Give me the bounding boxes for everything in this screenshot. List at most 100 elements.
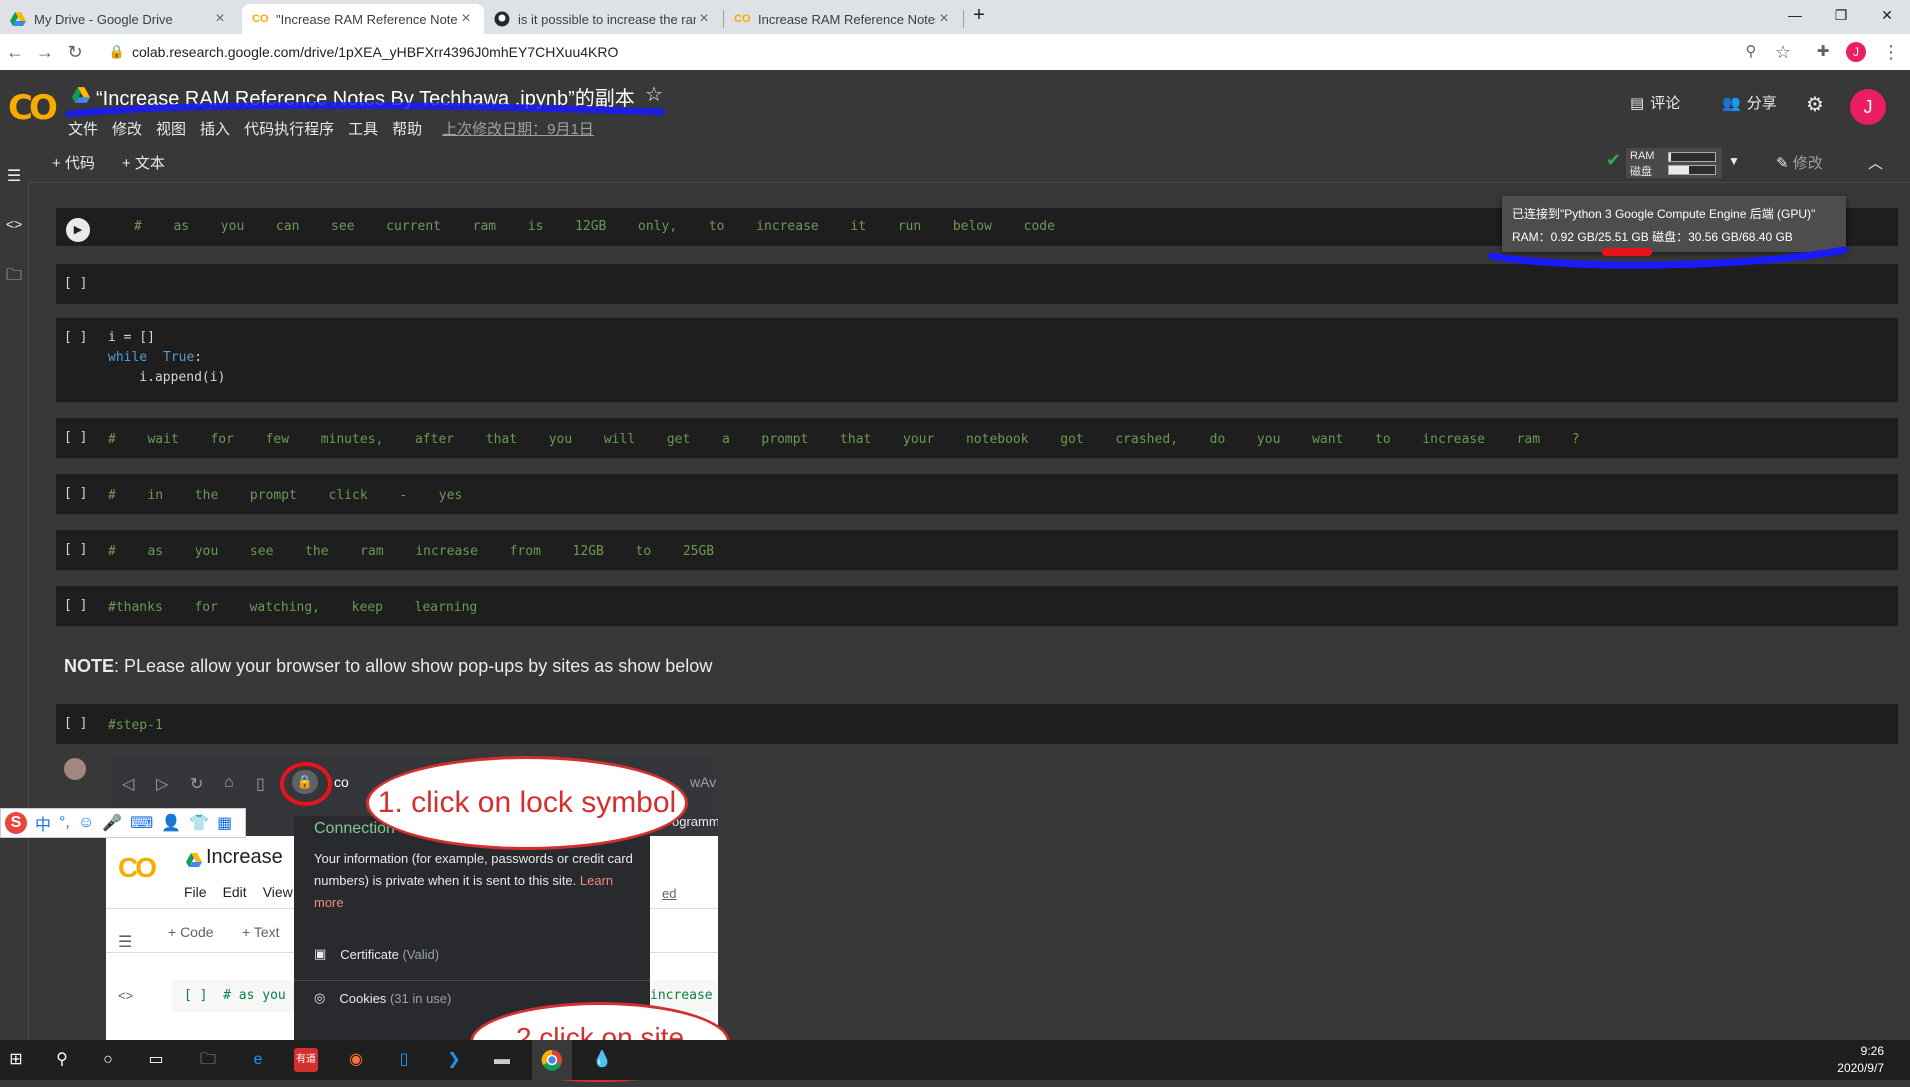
- runtime-dropdown-icon[interactable]: ▼: [1728, 154, 1740, 168]
- firefox-icon[interactable]: ◉: [344, 1048, 368, 1072]
- run-cell-button[interactable]: ▶: [66, 218, 90, 242]
- comment-button[interactable]: ▤ 评论: [1630, 92, 1680, 113]
- tab-title: is it possible to increase the ram: [518, 11, 696, 27]
- maximize-button[interactable]: ❐: [1818, 0, 1864, 30]
- cookies-label: Cookies: [339, 990, 387, 1006]
- add-code-button[interactable]: + 代码: [52, 152, 95, 173]
- user-icon[interactable]: 👤: [161, 813, 181, 833]
- ime-toolbar[interactable]: S 中 °, ☺ 🎤 ⌨ 👤 👕 ▦: [0, 808, 246, 838]
- note-bold: NOTE: [64, 656, 115, 676]
- last-edit-link[interactable]: 上次修改日期：9月1日: [442, 118, 594, 139]
- lock-icon[interactable]: 🔒: [106, 41, 128, 63]
- keyboard-icon[interactable]: ⌨: [130, 813, 153, 833]
- files-folder-icon[interactable]: 🗀: [4, 264, 24, 291]
- emoji-icon[interactable]: ☺: [78, 814, 94, 832]
- task-view-icon[interactable]: ▭: [144, 1048, 168, 1072]
- close-tab-icon[interactable]: ×: [212, 10, 228, 28]
- windows-start-icon[interactable]: ⊞: [4, 1048, 28, 1072]
- back-icon: ◁: [122, 776, 135, 793]
- bookmark-star-icon[interactable]: ☆: [1772, 41, 1794, 63]
- blue-underline-scribble: [1488, 246, 1848, 269]
- edit-button[interactable]: ✎ 修改: [1776, 152, 1823, 173]
- new-tab-button[interactable]: +: [964, 0, 994, 30]
- add-text-button[interactable]: + 文本: [122, 152, 165, 173]
- cell-run-indicator[interactable]: [ ]: [64, 330, 87, 345]
- edge-browser-icon[interactable]: e: [246, 1048, 270, 1072]
- menu-help[interactable]: 帮助: [392, 118, 422, 139]
- text-cell-note[interactable]: NOTE: PLease allow your browser to allow…: [64, 656, 712, 677]
- system-clock[interactable]: 9:26 2020/9/7: [1837, 1043, 1884, 1077]
- cell-code[interactable]: # as you can see current ram is 12GB onl…: [134, 217, 1055, 237]
- code-snippets-icon[interactable]: <>: [4, 216, 24, 232]
- cell-code[interactable]: i = [] while True: i.append(i): [108, 328, 225, 388]
- code-cell[interactable]: [ ] i = [] while True: i.append(i): [56, 318, 1898, 402]
- code-cell[interactable]: [ ] # as you see the ram increase from 1…: [56, 530, 1898, 570]
- cell-run-indicator[interactable]: [ ]: [64, 276, 87, 291]
- reload-icon[interactable]: ↻: [64, 41, 86, 63]
- tab-title: My Drive - Google Drive: [34, 11, 173, 27]
- microphone-icon[interactable]: 🎤: [102, 813, 122, 833]
- ime-language-label[interactable]: 中: [35, 811, 51, 835]
- share-button[interactable]: 👥 分享: [1722, 92, 1777, 113]
- embedded-toc-icon: ☰: [118, 934, 133, 951]
- minimize-button[interactable]: —: [1772, 0, 1818, 30]
- tab-colab-active[interactable]: CO "Increase RAM Reference Notes" ×: [242, 4, 484, 34]
- settings-gear-icon[interactable]: ⚙: [1806, 92, 1824, 117]
- avatar[interactable]: J: [1850, 89, 1886, 125]
- colab-logo[interactable]: CO: [8, 88, 58, 128]
- cell-run-indicator[interactable]: [ ]: [64, 716, 87, 731]
- terminal-icon[interactable]: ▬: [490, 1048, 514, 1072]
- code-cell[interactable]: [ ] # in the prompt click - yes: [56, 474, 1898, 514]
- notebook-toolbar: + 代码 + 文本 ✔ RAM 磁盘 ▼ ✎ 修改 ︿: [0, 140, 1910, 183]
- search-icon[interactable]: ⚲: [50, 1048, 74, 1072]
- phone-app-icon[interactable]: ▯: [392, 1048, 416, 1072]
- close-tab-icon[interactable]: ×: [936, 10, 952, 28]
- cell-code[interactable]: # wait for few minutes, after that you w…: [108, 430, 1580, 450]
- menu-edit[interactable]: 修改: [112, 118, 142, 139]
- forward-icon[interactable]: →: [34, 41, 56, 63]
- chrome-icon[interactable]: [532, 1040, 572, 1080]
- tab-colab-2[interactable]: CO Increase RAM Reference Notes ×: [724, 4, 962, 34]
- profile-avatar[interactable]: J: [1846, 42, 1866, 62]
- resource-monitor[interactable]: RAM 磁盘: [1626, 148, 1722, 178]
- skin-icon[interactable]: 👕: [189, 813, 209, 833]
- tab-github[interactable]: is it possible to increase the ram ×: [484, 4, 722, 34]
- url-field[interactable]: colab.research.google.com/drive/1pXEA_yH…: [132, 41, 618, 63]
- cell-code[interactable]: # in the prompt click - yes: [108, 486, 462, 506]
- cell-run-indicator[interactable]: [ ]: [64, 430, 87, 445]
- code-cell[interactable]: [ ] #step-1: [56, 704, 1898, 744]
- grid-menu-icon[interactable]: ▦: [217, 813, 232, 833]
- cell-code[interactable]: #thanks for watching, keep learning: [108, 598, 477, 618]
- close-tab-icon[interactable]: ×: [458, 10, 474, 28]
- vscode-icon[interactable]: ❯: [442, 1048, 466, 1072]
- menu-insert[interactable]: 插入: [200, 118, 230, 139]
- disk-usage-bar: [1668, 165, 1716, 175]
- droplet-app-icon[interactable]: 💧: [590, 1048, 614, 1072]
- code-cell[interactable]: [ ] # wait for few minutes, after that y…: [56, 418, 1898, 458]
- extensions-icon[interactable]: ✚: [1812, 41, 1834, 63]
- tab-my-drive[interactable]: My Drive - Google Drive ×: [0, 4, 238, 34]
- close-tab-icon[interactable]: ×: [696, 10, 712, 28]
- menu-view[interactable]: 视图: [156, 118, 186, 139]
- cell-run-indicator[interactable]: [ ]: [64, 486, 87, 501]
- app-red-icon[interactable]: 有道: [294, 1048, 318, 1072]
- file-explorer-icon[interactable]: 🗀: [196, 1048, 220, 1072]
- close-window-button[interactable]: ✕: [1864, 0, 1910, 30]
- code-cell[interactable]: [ ] #thanks for watching, keep learning: [56, 586, 1898, 626]
- menu-file[interactable]: 文件: [68, 118, 98, 139]
- menu-runtime[interactable]: 代码执行程序: [244, 118, 334, 139]
- cortana-icon[interactable]: ○: [96, 1048, 120, 1072]
- cell-run-indicator[interactable]: [ ]: [64, 598, 87, 613]
- punctuation-icon[interactable]: °,: [59, 814, 70, 832]
- collapse-header-icon[interactable]: ︿: [1868, 152, 1883, 173]
- cell-run-indicator[interactable]: [ ]: [64, 542, 87, 557]
- back-icon[interactable]: ←: [4, 41, 26, 63]
- cell-code[interactable]: #step-1: [108, 716, 163, 736]
- google-drive-icon: [186, 852, 202, 873]
- zoom-icon[interactable]: ⚲: [1740, 41, 1762, 63]
- cell-code[interactable]: # as you see the ram increase from 12GB …: [108, 542, 714, 562]
- disk-label: 磁盘: [1630, 166, 1652, 178]
- menu-tools[interactable]: 工具: [348, 118, 378, 139]
- table-of-contents-icon[interactable]: ☰: [4, 166, 24, 186]
- browser-menu-icon[interactable]: ⋮: [1880, 41, 1902, 63]
